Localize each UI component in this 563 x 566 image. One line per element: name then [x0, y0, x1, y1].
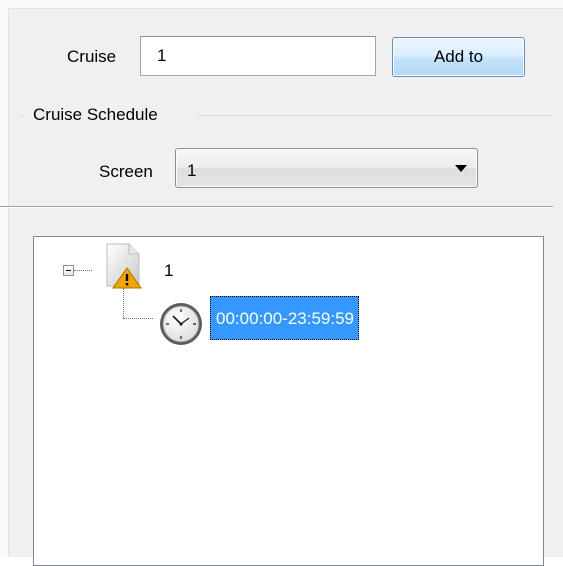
screen-label: Screen	[99, 162, 153, 181]
panel-top-edge	[8, 0, 563, 9]
panel-left-edge	[0, 0, 9, 557]
tree-connector-vertical	[123, 288, 124, 318]
cruise-label: Cruise	[67, 47, 117, 66]
tree-connector-child	[123, 318, 153, 319]
screen-select[interactable]: 1	[175, 148, 478, 188]
schedule-time-item[interactable]: 00:00:00-23:59:59	[210, 296, 360, 340]
cruise-input[interactable]: 1	[140, 36, 376, 76]
clock-icon	[160, 303, 202, 345]
schedule-tree[interactable]: 1 00:00:00-23:59:59	[33, 236, 544, 566]
tree-node-label[interactable]: 1	[164, 261, 173, 281]
group-box-border	[20, 115, 25, 116]
add-to-button[interactable]: Add to	[392, 37, 525, 77]
collapse-toggle-icon[interactable]	[63, 265, 74, 276]
cruise-schedule-group-label: Cruise Schedule	[33, 105, 158, 124]
section-divider-highlight	[0, 207, 553, 208]
group-box-border-right	[197, 115, 553, 116]
screen-select-value: 1	[187, 161, 197, 180]
dropdown-arrow-icon[interactable]	[455, 165, 467, 172]
cruise-panel: Cruise 1 Add to Cruise Schedule Screen 1	[0, 0, 563, 566]
warning-document-icon	[106, 243, 142, 289]
tree-connector-root	[74, 270, 92, 271]
